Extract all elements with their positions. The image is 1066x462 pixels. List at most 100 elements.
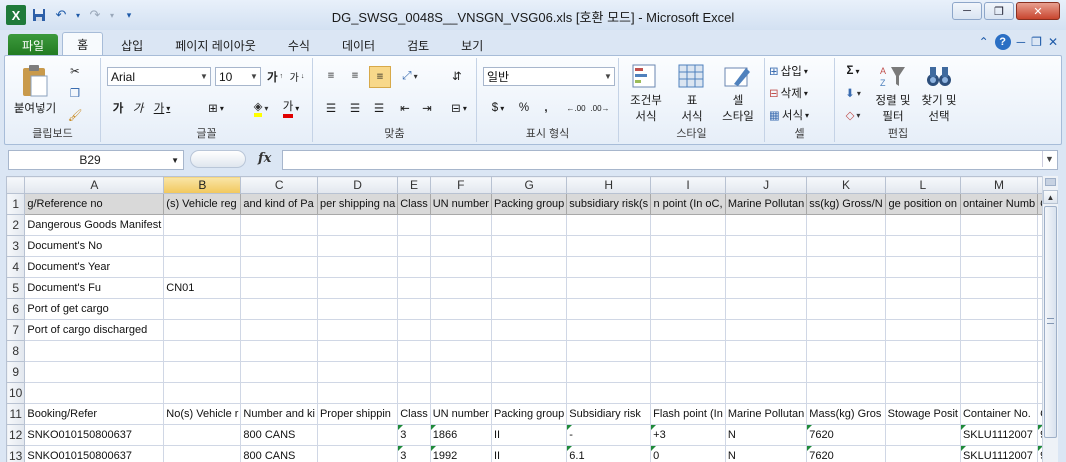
cell[interactable]: [959, 256, 1039, 278]
cell[interactable]: [490, 235, 568, 257]
cell[interactable]: Marine Pollutan: [724, 193, 808, 215]
row-header[interactable]: 11: [6, 403, 26, 425]
cell[interactable]: [724, 277, 808, 299]
fill-button[interactable]: ⬇ ▾: [839, 84, 867, 102]
cell[interactable]: Packing group: [490, 193, 568, 215]
redo-icon[interactable]: ↷: [86, 6, 104, 24]
cell[interactable]: [806, 340, 886, 362]
cell[interactable]: [429, 214, 492, 236]
align-top-icon[interactable]: ≡: [321, 66, 341, 86]
clear-button[interactable]: ◇ ▾: [839, 106, 867, 124]
format-as-table-button[interactable]: 표 서식: [671, 60, 713, 126]
cell[interactable]: [566, 361, 652, 383]
undo-dropdown-icon[interactable]: ▾: [74, 6, 82, 24]
redo-dropdown-icon[interactable]: ▾: [108, 6, 116, 24]
cell[interactable]: [240, 277, 318, 299]
cell[interactable]: No(s) Vehicle r: [163, 403, 242, 425]
cell[interactable]: [429, 319, 492, 341]
tab-data[interactable]: 데이터: [328, 34, 389, 56]
cell[interactable]: [163, 361, 242, 383]
formula-input[interactable]: [282, 150, 1058, 170]
cell[interactable]: [240, 214, 318, 236]
sort-filter-button[interactable]: AZ 정렬 및 필터: [871, 60, 915, 126]
cell[interactable]: 800 CANS: [240, 424, 318, 446]
cell[interactable]: [316, 277, 399, 299]
cell[interactable]: [429, 298, 492, 320]
cell[interactable]: [397, 214, 431, 236]
cell[interactable]: n point (In oC,: [650, 193, 726, 215]
cell[interactable]: [316, 382, 399, 404]
cell[interactable]: [240, 361, 318, 383]
number-format-combo[interactable]: 일반 ▼: [483, 67, 615, 86]
wrap-text-icon[interactable]: ⇵: [447, 66, 467, 86]
cell[interactable]: [724, 214, 808, 236]
save-icon[interactable]: [30, 6, 48, 24]
cell[interactable]: [724, 361, 808, 383]
cell[interactable]: [490, 298, 568, 320]
cell[interactable]: [566, 298, 652, 320]
grow-font-button[interactable]: 가 ↑: [265, 67, 285, 86]
cell[interactable]: +3: [650, 424, 726, 446]
cell[interactable]: Class: [397, 403, 431, 425]
cell[interactable]: [724, 340, 808, 362]
cell[interactable]: 7620: [806, 445, 886, 462]
cell[interactable]: [650, 298, 726, 320]
decrease-decimal-icon[interactable]: .00→: [589, 98, 611, 118]
column-header-k[interactable]: K: [806, 176, 886, 194]
cell[interactable]: ss(kg) Gross/N: [806, 193, 886, 215]
cell[interactable]: g/Reference no: [24, 193, 165, 215]
find-select-button[interactable]: 찾기 및 선택: [917, 60, 961, 126]
select-all-corner[interactable]: [6, 176, 26, 194]
row-header[interactable]: 9: [6, 361, 26, 383]
cell[interactable]: CN01: [163, 277, 242, 299]
cell[interactable]: [24, 382, 165, 404]
format-painter-icon[interactable]: 🖌: [65, 106, 85, 124]
column-header-h[interactable]: H: [566, 176, 652, 194]
cell[interactable]: [650, 256, 726, 278]
bold-button[interactable]: 가: [109, 98, 127, 118]
cell[interactable]: Dangerous Goods Manifest: [24, 214, 165, 236]
cell[interactable]: [163, 298, 242, 320]
cell[interactable]: 7620: [806, 424, 886, 446]
cell[interactable]: [397, 277, 431, 299]
cell[interactable]: [724, 256, 808, 278]
cell[interactable]: Number and ki: [240, 403, 318, 425]
cell[interactable]: -: [566, 424, 652, 446]
cell[interactable]: [884, 214, 961, 236]
paste-button[interactable]: 붙여넣기: [9, 60, 61, 120]
cell[interactable]: [429, 277, 492, 299]
tab-review[interactable]: 검토: [393, 34, 443, 56]
cell[interactable]: [566, 277, 652, 299]
row-header[interactable]: 4: [6, 256, 26, 278]
cell[interactable]: [884, 361, 961, 383]
cell[interactable]: 3: [397, 424, 431, 446]
workbook-restore-icon[interactable]: ❐: [1031, 35, 1042, 49]
cell[interactable]: [429, 340, 492, 362]
help-icon[interactable]: ?: [994, 34, 1011, 50]
align-right-icon[interactable]: ☰: [369, 98, 389, 118]
cell[interactable]: [806, 319, 886, 341]
cell[interactable]: [724, 382, 808, 404]
row-header[interactable]: 13: [6, 445, 26, 462]
cell[interactable]: [316, 256, 399, 278]
cell[interactable]: [884, 424, 961, 446]
expand-formula-bar-icon[interactable]: ▼: [1042, 151, 1056, 167]
column-header-f[interactable]: F: [429, 176, 492, 194]
format-cells-button[interactable]: ▦ 서식 ▾: [769, 106, 831, 124]
cell[interactable]: [397, 340, 431, 362]
minimize-button[interactable]: ─: [952, 2, 982, 20]
column-header-l[interactable]: L: [884, 176, 961, 194]
cell[interactable]: SKLU1112007: [959, 424, 1039, 446]
row-header[interactable]: 6: [6, 298, 26, 320]
workbook-minimize-icon[interactable]: ─: [1017, 35, 1026, 49]
cell[interactable]: [959, 235, 1039, 257]
cell[interactable]: Flash point (In: [650, 403, 726, 425]
cell[interactable]: 0: [650, 445, 726, 462]
cell[interactable]: 6.1: [566, 445, 652, 462]
cell[interactable]: Stowage Posit: [884, 403, 961, 425]
cell[interactable]: Marine Pollutan: [724, 403, 808, 425]
font-name-combo[interactable]: Arial ▼: [107, 67, 211, 86]
currency-button[interactable]: $ ▾: [485, 98, 511, 118]
comma-button[interactable]: ,: [537, 98, 555, 118]
cell[interactable]: 3: [397, 445, 431, 462]
